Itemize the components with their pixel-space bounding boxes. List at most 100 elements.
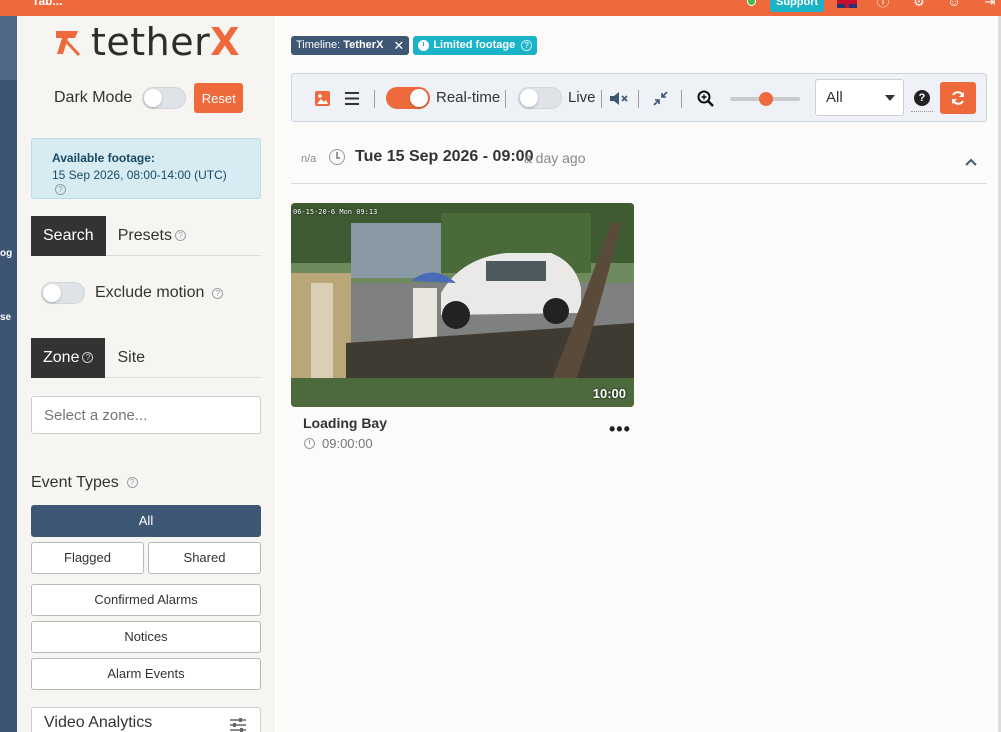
left-nav: og se: [0, 16, 17, 732]
limited-footage-chip[interactable]: Limited footage ?: [413, 36, 538, 55]
tab-zone[interactable]: Zone?: [31, 338, 106, 378]
event-card-thumbnail[interactable]: 06-15-20-6 Mon 09:13 10:00: [291, 203, 634, 407]
nav-item-label[interactable]: se: [0, 312, 11, 323]
top-bar-title: Tab...: [32, 0, 63, 8]
video-analytics-section[interactable]: Video Analytics: [31, 707, 261, 732]
help-icon[interactable]: ?: [55, 184, 66, 196]
camera-snapshot: [291, 203, 634, 407]
help-icon[interactable]: ?: [82, 352, 94, 364]
event-alarm-events-button[interactable]: Alarm Events: [31, 658, 261, 690]
footage-title: Available footage:: [52, 151, 155, 165]
clock-icon: [329, 149, 345, 165]
top-bar: Tab... Support ⓘ ⚙ ☺ ⇥: [0, 0, 1001, 16]
collapse-icon[interactable]: [653, 91, 668, 106]
toolbar-divider: [374, 90, 375, 108]
exclude-motion-toggle[interactable]: [41, 282, 85, 304]
clip-duration: 10:00: [592, 386, 626, 401]
available-footage-box: Available footage: 15 Sep 2026, 08:00-14…: [31, 138, 261, 199]
logo-text-x: X: [210, 20, 241, 64]
event-types-label: Event Types: [31, 474, 119, 491]
support-button[interactable]: Support: [770, 0, 825, 12]
status-dot-icon: [747, 0, 756, 6]
timeline-chip[interactable]: Timeline: TetherX ✕: [291, 36, 410, 55]
tab-site[interactable]: Site: [105, 338, 157, 378]
refresh-icon: [952, 91, 964, 105]
settings-icon[interactable]: ⚙: [911, 0, 927, 11]
refresh-button[interactable]: [940, 82, 976, 114]
help-icon[interactable]: ?: [174, 230, 186, 242]
event-flagged-button[interactable]: Flagged: [31, 542, 144, 574]
zoom-slider-handle[interactable]: [759, 92, 773, 106]
sidebar: tetherX Dark Mode Reset Available footag…: [17, 16, 275, 732]
toolbar-divider: [601, 90, 602, 108]
image-view-icon[interactable]: [315, 91, 330, 106]
toggle-knob: [520, 89, 538, 107]
toggle-knob: [410, 89, 428, 107]
tab-zone-label: Zone: [43, 349, 80, 366]
event-filter-value: All: [826, 89, 843, 106]
chevron-down-icon: [885, 95, 895, 101]
help-icon[interactable]: ?: [521, 40, 533, 51]
limited-footage-label: Limited footage: [433, 39, 516, 51]
main-panel: Timeline: TetherX ✕ Limited footage ? Re…: [277, 16, 1001, 732]
realtime-toggle[interactable]: [386, 87, 430, 109]
timeline-chip-value: TetherX: [343, 39, 384, 51]
toolbar-divider: [505, 90, 506, 108]
live-label: Live: [568, 89, 596, 106]
clock-icon: [304, 438, 315, 449]
zone-search-input[interactable]: [31, 396, 261, 434]
camera-overlay-timestamp: 06-15-20-6 Mon 09:13: [293, 208, 378, 216]
tab-search[interactable]: Search: [31, 216, 106, 256]
event-all-button[interactable]: All: [31, 505, 261, 537]
more-options-icon[interactable]: •••: [609, 419, 631, 440]
mute-icon[interactable]: [610, 91, 628, 106]
dark-mode-label: Dark Mode: [54, 89, 133, 106]
event-shared-button[interactable]: Shared: [148, 542, 261, 574]
dark-mode-row: Dark Mode Reset: [54, 83, 244, 113]
chevron-up-icon[interactable]: [965, 158, 977, 166]
uk-flag-icon[interactable]: [837, 0, 857, 8]
info-icon[interactable]: ⓘ: [875, 0, 891, 11]
footage-range-text: 15 Sep 2026, 08:00-14:00 (UTC): [52, 168, 227, 182]
event-confirmed-alarms-button[interactable]: Confirmed Alarms: [31, 584, 261, 616]
camera-name[interactable]: Loading Bay: [303, 415, 387, 431]
live-toggle[interactable]: [518, 87, 562, 109]
zone-tabs: Zone? Site: [31, 338, 261, 378]
zoom-in-icon[interactable]: [697, 90, 714, 107]
close-icon[interactable]: ✕: [393, 36, 404, 55]
reset-button[interactable]: Reset: [194, 83, 244, 113]
tetherx-logo-icon: [56, 31, 81, 57]
clock-icon: [418, 40, 430, 51]
logo-text-main: tether: [91, 20, 211, 64]
event-notices-button[interactable]: Notices: [31, 621, 261, 653]
realtime-label: Real-time: [436, 89, 501, 106]
event-types-heading: Event Types?: [31, 474, 138, 492]
user-icon[interactable]: ☺: [946, 0, 962, 11]
list-view-icon[interactable]: [345, 92, 359, 105]
sliders-icon[interactable]: [230, 718, 246, 732]
nav-item-label[interactable]: og: [0, 248, 12, 259]
toggle-knob: [43, 284, 61, 302]
toggle-knob: [144, 89, 163, 107]
event-group-header[interactable]: n/a Tue 15 Sep 2026 - 09:00 a day ago: [291, 144, 987, 184]
help-icon[interactable]: ?: [212, 287, 224, 299]
filter-chips: Timeline: TetherX ✕ Limited footage ?: [291, 36, 541, 55]
video-analytics-label: Video Analytics: [44, 714, 153, 731]
search-tabs: Search Presets?: [31, 216, 261, 256]
event-time-text: 09:00:00: [322, 436, 373, 451]
timeline-toolbar: Real-time Live All ?: [291, 73, 987, 122]
timeline-chip-prefix: Timeline:: [296, 39, 341, 51]
nav-item-active[interactable]: [0, 16, 17, 80]
help-underline: [911, 111, 933, 112]
help-icon[interactable]: ?: [126, 477, 138, 489]
footage-range: 15 Sep 2026, 08:00-14:00 (UTC)?: [52, 168, 240, 196]
dark-mode-toggle[interactable]: [142, 87, 187, 109]
event-time: 09:00:00: [304, 436, 373, 451]
help-icon[interactable]: ?: [914, 90, 930, 106]
event-filter-select[interactable]: All: [815, 79, 904, 116]
event-group-datetime: Tue 15 Sep 2026 - 09:00: [355, 148, 534, 165]
exit-icon[interactable]: ⇥: [982, 0, 998, 11]
tab-presets-label: Presets: [117, 227, 172, 244]
tab-presets[interactable]: Presets?: [106, 216, 198, 256]
event-group-status: n/a: [301, 153, 317, 165]
